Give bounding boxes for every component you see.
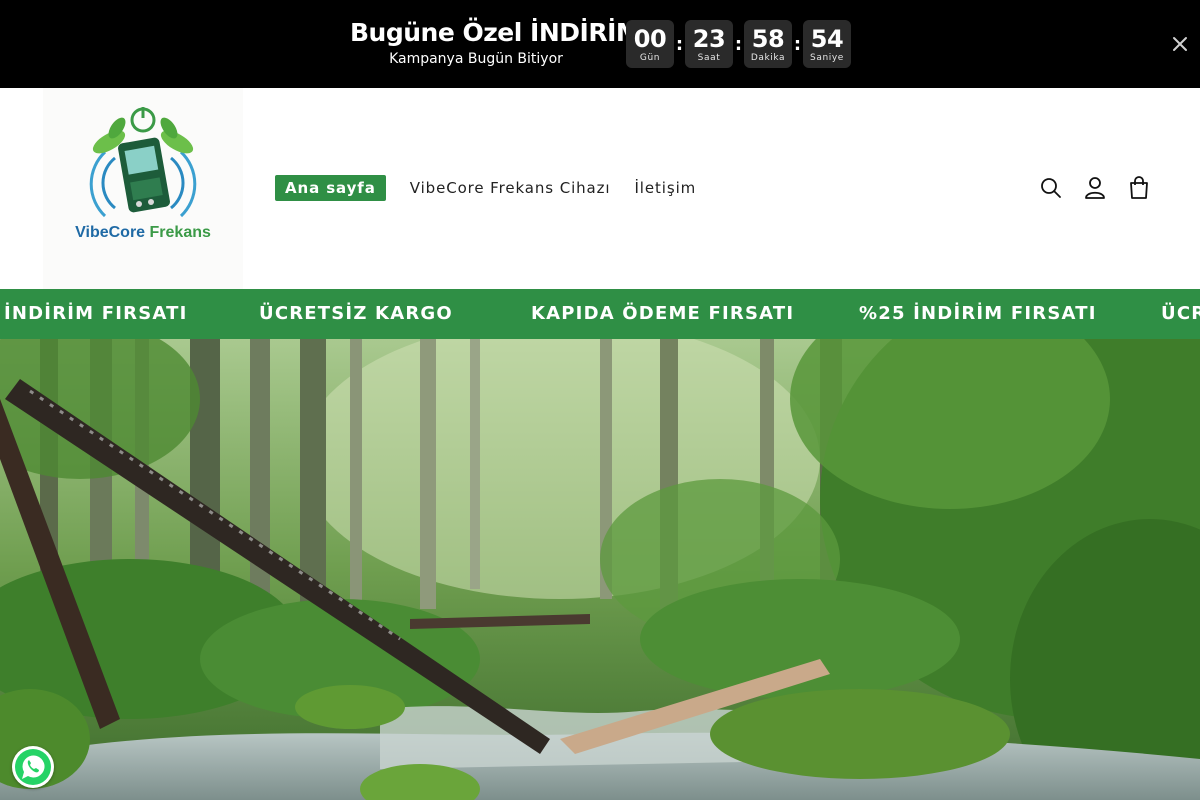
- countdown-separator: :: [675, 33, 684, 55]
- account-icon[interactable]: [1079, 174, 1111, 202]
- site-header: VibeCore Frekans Ana sayfa VibeCore Frek…: [0, 88, 1200, 289]
- marquee-item: KAPIDA ÖDEME FIRSATI: [531, 303, 795, 324]
- nav-item-contact[interactable]: İletişim: [634, 175, 696, 201]
- logo-text: VibeCore Frekans: [43, 224, 243, 242]
- countdown-timer: 00 Gün : 23 Saat : 58 Dakika : 54 Saniye: [626, 20, 851, 68]
- cart-icon[interactable]: [1123, 174, 1155, 202]
- nav-item-device[interactable]: VibeCore Frekans Cihazı: [410, 175, 611, 201]
- announcement-subtitle: Kampanya Bugün Bitiyor: [389, 51, 563, 67]
- close-icon[interactable]: [1166, 30, 1194, 58]
- forest-stream-image: [0, 339, 1200, 800]
- countdown-hours-value: 23: [692, 24, 726, 53]
- main-nav: Ana sayfa VibeCore Frekans Cihazı İletiş…: [275, 175, 720, 201]
- promo-marquee: İNDİRİM FIRSATI ÜCRETSİZ KARGO KAPIDA ÖD…: [0, 289, 1200, 339]
- announcement-text: Bugüne Özel İNDİRİM Kampanya Bugün Bitiy…: [350, 18, 641, 68]
- countdown-days-value: 00: [633, 24, 667, 53]
- search-icon[interactable]: [1035, 174, 1067, 202]
- marquee-item: İNDİRİM FIRSATI: [4, 303, 188, 324]
- marquee-track: İNDİRİM FIRSATI ÜCRETSİZ KARGO KAPIDA ÖD…: [0, 289, 1200, 339]
- countdown-seconds: 54 Saniye: [803, 20, 851, 68]
- logo-emblem: [89, 107, 197, 218]
- countdown-minutes-label: Dakika: [750, 52, 786, 63]
- logo[interactable]: VibeCore Frekans: [43, 88, 243, 289]
- announcement-title: Bugüne Özel İNDİRİM: [350, 18, 641, 47]
- whatsapp-button[interactable]: [12, 746, 54, 788]
- countdown-days: 00 Gün: [626, 20, 674, 68]
- logo-text-vibecore: VibeCore: [75, 224, 146, 241]
- announcement-bar: Bugüne Özel İNDİRİM Kampanya Bugün Bitiy…: [0, 0, 1200, 88]
- countdown-days-label: Gün: [639, 52, 661, 63]
- countdown-minutes: 58 Dakika: [744, 20, 792, 68]
- countdown-separator: :: [734, 33, 743, 55]
- countdown-separator: :: [793, 33, 802, 55]
- countdown-hours-label: Saat: [697, 52, 721, 63]
- marquee-item: ÜCR: [1161, 303, 1200, 324]
- marquee-item: ÜCRETSİZ KARGO: [259, 303, 453, 324]
- countdown-hours: 23 Saat: [685, 20, 733, 68]
- countdown-minutes-value: 58: [751, 24, 785, 53]
- countdown-seconds-value: 54: [810, 24, 844, 53]
- nav-item-home[interactable]: Ana sayfa: [275, 175, 386, 201]
- hero-banner[interactable]: [0, 339, 1200, 800]
- marquee-item: %25 İNDİRİM FIRSATI: [859, 303, 1097, 324]
- countdown-seconds-label: Saniye: [810, 52, 844, 63]
- logo-text-frekans: Frekans: [149, 224, 211, 241]
- whatsapp-icon: [15, 749, 51, 785]
- header-icons: [1035, 174, 1155, 202]
